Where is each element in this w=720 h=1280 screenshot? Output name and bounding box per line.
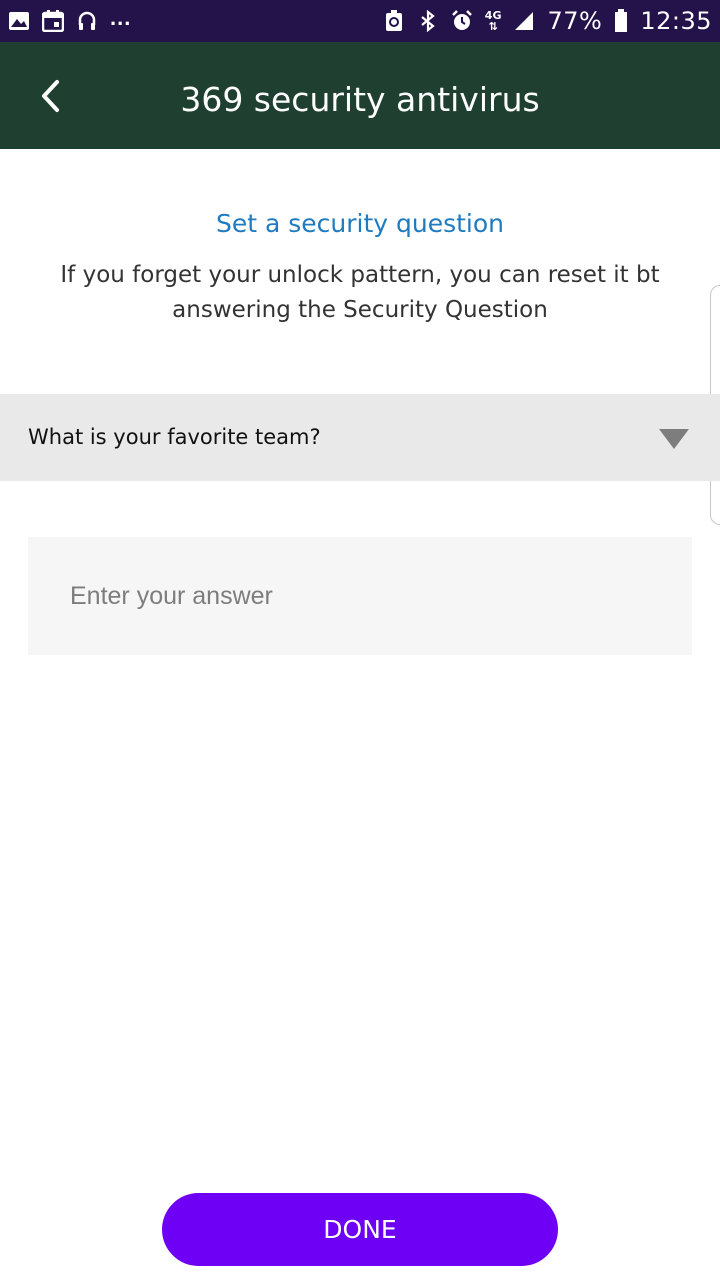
network-4g-icon: 4G ⇅ <box>484 9 502 33</box>
battery-icon <box>614 9 628 32</box>
battery-saver-icon <box>383 10 405 32</box>
network-label: 4G <box>484 9 502 22</box>
headset-icon <box>76 10 98 32</box>
done-button-label: DONE <box>323 1215 397 1244</box>
status-bar: ... 4G ⇅ 77% 12:35 <box>0 0 720 42</box>
battery-percent: 77% <box>547 7 603 35</box>
more-icon: ... <box>110 5 132 30</box>
app-bar: 369 security antivirus <box>0 42 720 149</box>
selected-question: What is your favorite team? <box>28 425 321 449</box>
bluetooth-icon <box>417 10 439 32</box>
status-bar-right: 4G ⇅ 77% 12:35 <box>383 7 712 35</box>
answer-input[interactable] <box>28 537 692 655</box>
security-question-dropdown[interactable]: What is your favorite team? <box>0 394 720 481</box>
page-heading: Set a security question <box>215 209 505 238</box>
done-button[interactable]: DONE <box>162 1193 558 1266</box>
app-title: 369 security antivirus <box>180 80 540 119</box>
triangle-down-icon <box>659 429 689 449</box>
clock: 12:35 <box>640 7 712 35</box>
status-bar-left: ... <box>8 5 132 32</box>
calendar-icon <box>42 10 64 32</box>
signal-icon <box>513 10 535 32</box>
alarm-icon <box>451 10 473 32</box>
gallery-icon <box>8 10 30 32</box>
page-description: If you forget your unlock pattern, you c… <box>60 262 660 323</box>
